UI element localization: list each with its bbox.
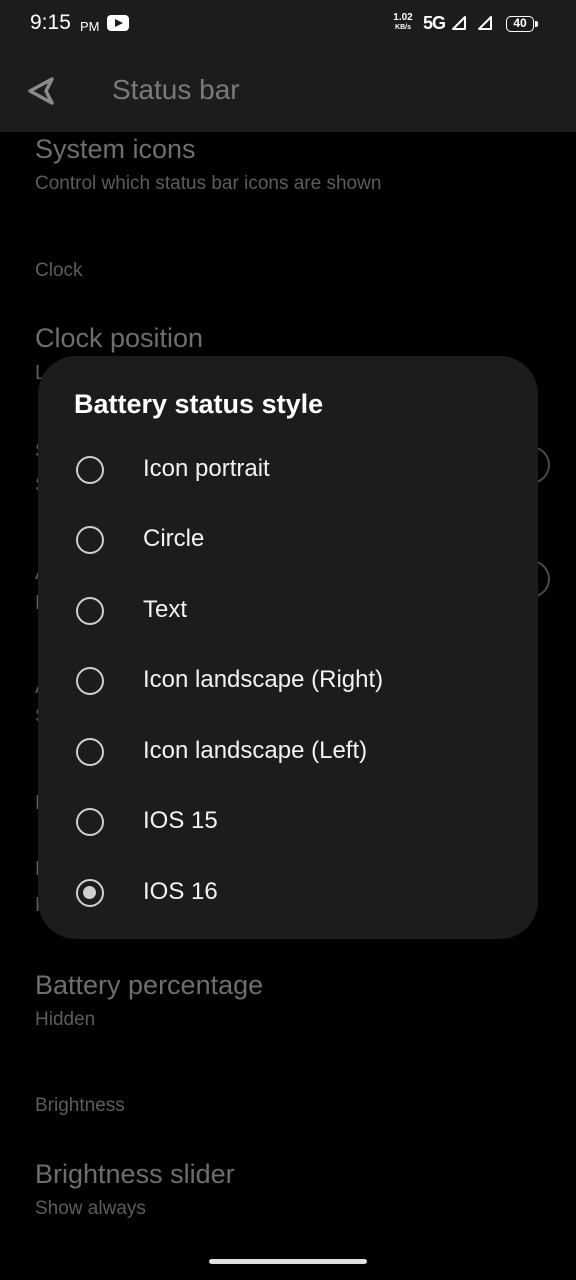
option-icon-landscape-right[interactable]: Icon landscape (Right) xyxy=(38,646,538,716)
status-bar: 9:15 PM 1.02 KB/s 5G 40 xyxy=(0,0,576,50)
battery-style-dialog: Battery status style Icon portrait Circl… xyxy=(38,356,538,939)
radio-button[interactable] xyxy=(76,667,104,695)
radio-button[interactable] xyxy=(76,597,104,625)
option-label: Icon landscape (Left) xyxy=(143,737,368,764)
option-icon-landscape-left[interactable]: Icon landscape (Left) xyxy=(38,717,538,787)
system-icons-title[interactable]: System icons xyxy=(35,134,196,165)
option-label: Circle xyxy=(143,525,205,552)
radio-button[interactable] xyxy=(76,738,104,766)
section-header-brightness: Brightness xyxy=(35,1095,125,1116)
youtube-notification-icon xyxy=(107,15,129,31)
option-text[interactable]: Text xyxy=(38,576,538,646)
radio-button-selected[interactable] xyxy=(76,879,104,907)
option-label: Icon portrait xyxy=(143,455,270,482)
system-icons-subtitle: Control which status bar icons are shown xyxy=(35,173,382,194)
page-title: Status bar xyxy=(112,74,240,105)
brightness-slider-title[interactable]: Brightness slider xyxy=(35,1159,235,1190)
option-ios-16[interactable]: IOS 16 xyxy=(38,858,538,928)
radio-button[interactable] xyxy=(76,808,104,836)
section-header-clock: Clock xyxy=(35,260,83,281)
option-label: Icon landscape (Right) xyxy=(143,666,384,693)
status-time: 9:15 xyxy=(30,11,71,34)
network-type: 5G xyxy=(423,13,446,33)
network-speed-value: 1.02 xyxy=(393,12,413,23)
radio-button[interactable] xyxy=(76,456,104,484)
home-indicator[interactable] xyxy=(209,1259,367,1264)
signal-icon xyxy=(478,16,492,30)
option-ios-15[interactable]: IOS 15 xyxy=(38,787,538,857)
radio-button[interactable] xyxy=(76,526,104,554)
network-speed-unit: KB/s xyxy=(395,24,411,31)
option-icon-portrait[interactable]: Icon portrait xyxy=(38,435,538,505)
dialog-title: Battery status style xyxy=(74,389,324,419)
network-speed: 1.02 KB/s xyxy=(390,13,416,33)
back-arrow-icon[interactable] xyxy=(24,74,58,108)
battery-percentage-subtitle: Hidden xyxy=(35,1009,96,1030)
option-label: IOS 16 xyxy=(143,878,218,905)
option-circle[interactable]: Circle xyxy=(38,505,538,575)
status-ampm: PM xyxy=(80,19,100,34)
battery-percentage-title[interactable]: Battery percentage xyxy=(35,970,263,1001)
clock-position-title[interactable]: Clock position xyxy=(35,323,203,354)
battery-icon: 40 xyxy=(506,16,538,32)
app-bar: Status bar xyxy=(0,50,576,132)
option-label: IOS 15 xyxy=(143,807,218,834)
option-label: Text xyxy=(143,596,188,623)
signal-icon xyxy=(452,16,466,30)
brightness-slider-subtitle: Show always xyxy=(35,1198,146,1219)
